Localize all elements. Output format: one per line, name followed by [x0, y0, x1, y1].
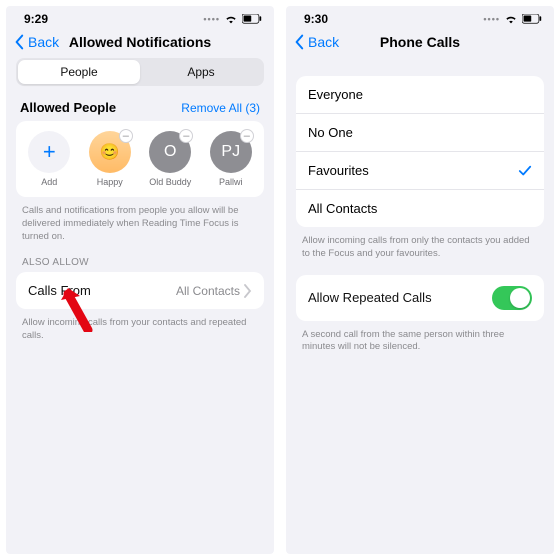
battery-icon	[242, 14, 262, 23]
segmented-control[interactable]: People Apps	[16, 58, 264, 86]
status-bar: 9:30 ••••	[286, 6, 554, 28]
nav-bar: Back Phone Calls	[286, 28, 554, 58]
person-old-buddy[interactable]: O– Old Buddy	[143, 131, 198, 187]
avatar: O–	[149, 131, 191, 173]
seg-people[interactable]: People	[18, 60, 140, 84]
allowed-people-card: + Add 😊– Happy O– Old Buddy PJ– Pallwi	[16, 121, 264, 197]
helper-text: Allow incoming calls from only the conta…	[296, 227, 544, 275]
allow-repeated-calls-row: Allow Repeated Calls	[296, 275, 544, 321]
remove-badge[interactable]: –	[119, 129, 133, 143]
back-button[interactable]: Back	[12, 34, 59, 50]
chevron-left-icon	[292, 34, 306, 50]
wifi-icon	[504, 14, 518, 23]
seg-apps[interactable]: Apps	[140, 60, 262, 84]
option-favourites[interactable]: Favourites	[296, 151, 544, 189]
helper-text: Allow incoming calls from your contacts …	[16, 309, 264, 357]
call-source-list: Everyone No One Favourites All Contacts	[296, 76, 544, 227]
remove-badge[interactable]: –	[240, 129, 254, 143]
battery-icon	[522, 14, 542, 23]
remove-badge[interactable]: –	[179, 129, 193, 143]
section-title: Allowed People	[20, 100, 116, 115]
helper-text: A second call from the same person withi…	[296, 321, 544, 369]
add-person-button[interactable]: + Add	[22, 131, 77, 187]
status-time: 9:30	[304, 12, 328, 26]
remove-all-link[interactable]: Remove All (3)	[181, 101, 260, 115]
person-happy[interactable]: 😊– Happy	[83, 131, 138, 187]
chevron-right-icon	[244, 284, 252, 298]
screen-allowed-notifications: 9:29 •••• Back Allowed Notifications Peo…	[6, 6, 274, 554]
option-everyone[interactable]: Everyone	[296, 76, 544, 113]
cell-signal-icon: ••••	[483, 14, 500, 24]
nav-bar: Back Allowed Notifications	[6, 28, 274, 58]
plus-icon: +	[28, 131, 70, 173]
status-time: 9:29	[24, 12, 48, 26]
avatar: 😊–	[89, 131, 131, 173]
back-button[interactable]: Back	[292, 34, 339, 50]
status-bar: 9:29 ••••	[6, 6, 274, 28]
avatar: PJ–	[210, 131, 252, 173]
checkmark-icon	[518, 164, 532, 178]
allow-repeated-toggle[interactable]	[492, 286, 532, 310]
wifi-icon	[224, 14, 238, 23]
cell-signal-icon: ••••	[203, 14, 220, 24]
helper-text: Calls and notifications from people you …	[16, 197, 264, 257]
option-all-contacts[interactable]: All Contacts	[296, 189, 544, 227]
screen-phone-calls: 9:30 •••• Back Phone Calls Everyone No O…	[286, 6, 554, 554]
calls-from-row[interactable]: Calls From All Contacts	[16, 272, 264, 309]
option-no-one[interactable]: No One	[296, 113, 544, 151]
chevron-left-icon	[12, 34, 26, 50]
group-label: ALSO ALLOW	[16, 257, 264, 272]
person-pallwi[interactable]: PJ– Pallwi	[204, 131, 259, 187]
